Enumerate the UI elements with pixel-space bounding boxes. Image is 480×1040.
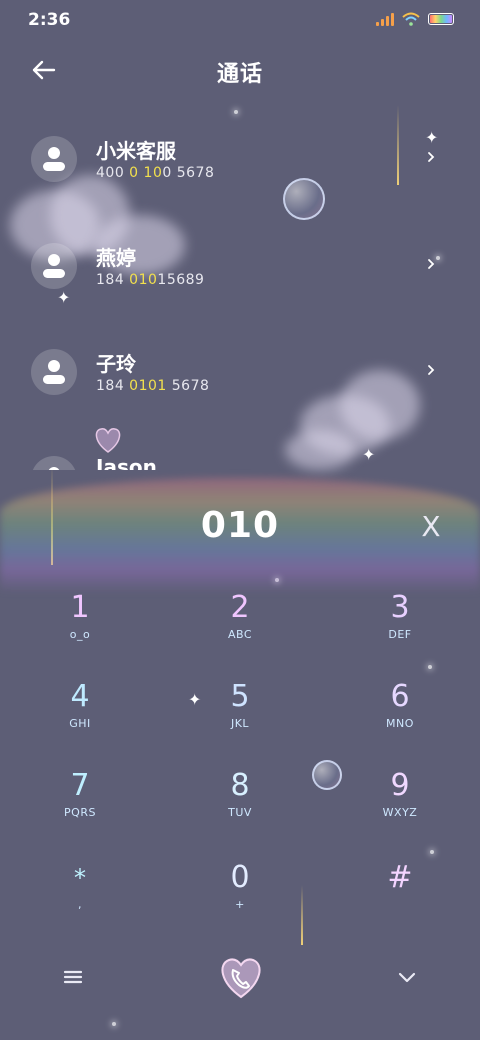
contact-name: 燕婷 (96, 246, 136, 270)
contact-name: 小米客服 (96, 139, 176, 163)
clear-button[interactable]: X (420, 513, 442, 541)
contact-number: 400 0 100 5678 (96, 165, 215, 181)
contact-name: 子玲 (96, 352, 136, 376)
status-icons (376, 12, 454, 26)
avatar-icon (31, 456, 77, 470)
key-7[interactable]: 7 PQRS (20, 768, 140, 848)
contact-item[interactable]: 燕婷 184 01015689 (0, 225, 480, 305)
signal-icon (376, 12, 394, 26)
page-title: 通话 (216, 62, 263, 87)
heart-icon (95, 428, 121, 453)
key-2[interactable]: 2 ABC (180, 590, 300, 670)
key-1[interactable]: 1 o_o (20, 590, 140, 670)
contact-list: 小米客服 400 0 100 5678 燕婷 184 01015689 子玲 1… (0, 118, 480, 470)
contact-item[interactable]: 子玲 184 0101 5678 (0, 331, 480, 411)
key-3[interactable]: 3 DEF (340, 590, 460, 670)
status-time: 2:36 (28, 10, 71, 30)
hamburger-icon[interactable] (62, 966, 84, 988)
header: 通话 (0, 46, 480, 94)
key-5[interactable]: 5 JKL (180, 679, 300, 759)
avatar-icon (31, 243, 77, 289)
key-4[interactable]: 4 GHI (20, 679, 140, 759)
contact-number: 184 0101 5678 (96, 378, 210, 394)
heart-phone-icon[interactable] (216, 954, 266, 1000)
chevron-down-icon[interactable] (396, 966, 418, 988)
contact-number: 184 01015689 (96, 272, 205, 288)
contact-item[interactable]: 小米客服 400 0 100 5678 (0, 118, 480, 198)
avatar-icon (31, 349, 77, 395)
bottom-bar (0, 948, 480, 1008)
dial-input[interactable]: 010 (0, 505, 480, 546)
battery-icon (428, 13, 454, 25)
contact-item[interactable]: Jason (0, 438, 480, 470)
chevron-right-icon (428, 365, 435, 375)
wifi-icon (402, 12, 420, 26)
chevron-right-icon (428, 152, 435, 162)
key-9[interactable]: 9 WXYZ (340, 768, 460, 848)
key-hash[interactable]: # (340, 860, 460, 940)
contact-name: Jason (96, 455, 157, 470)
key-star[interactable]: *, (20, 860, 140, 940)
key-6[interactable]: 6 MNO (340, 679, 460, 759)
avatar-icon (31, 136, 77, 182)
status-bar: 2:36 (0, 0, 480, 40)
key-8[interactable]: 8 TUV (180, 768, 300, 848)
key-0[interactable]: 0 + (180, 860, 300, 940)
chevron-right-icon (428, 259, 435, 269)
